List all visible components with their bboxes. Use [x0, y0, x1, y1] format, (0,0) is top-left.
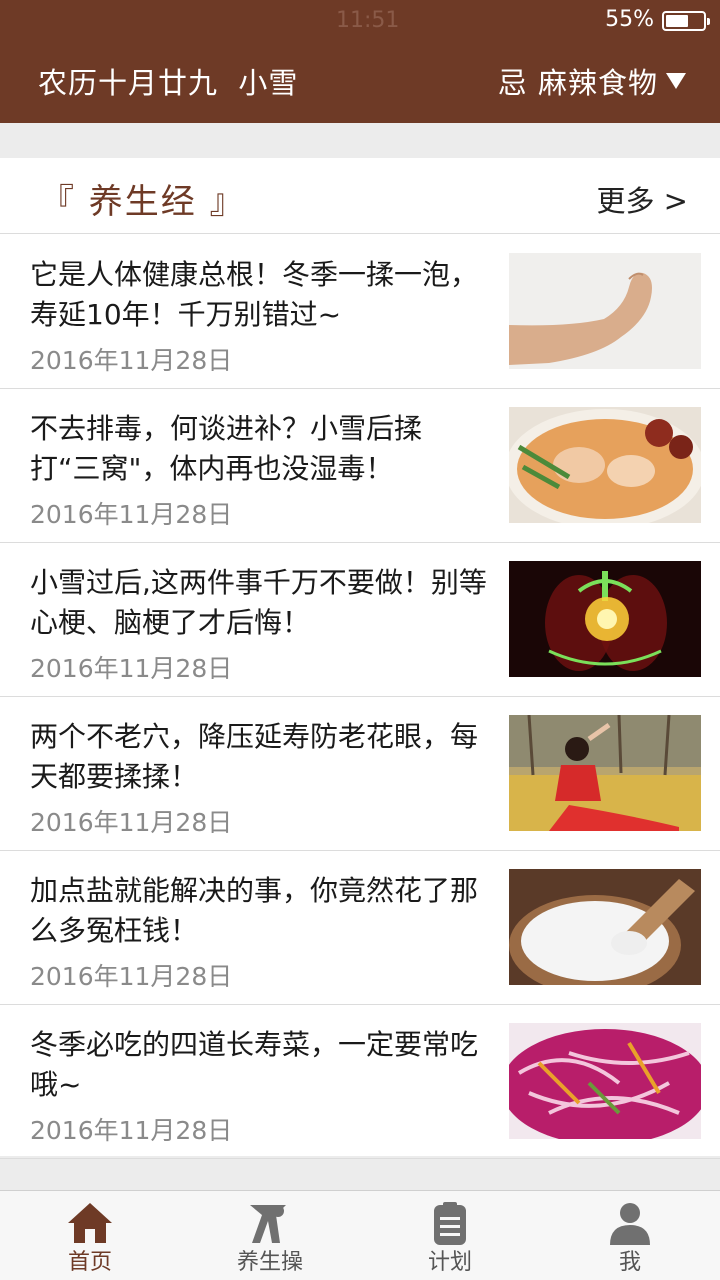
lunar-date: 农历十月廿九 小雪 — [38, 66, 299, 100]
article-thumbnail-salt — [509, 869, 701, 985]
article-item[interactable]: 两个不老穴，降压延寿防老花眼，每天都要揉揉！ 2016年11月28日 — [0, 697, 720, 851]
section-title: 『 养生经 』 — [40, 182, 246, 222]
article-title: 不去排毒，何谈进补？小雪后揉打“三窝"，体内再也没湿毒！ — [30, 412, 423, 485]
more-link[interactable]: 更多 > — [596, 178, 688, 220]
health-articles-card: 『 养生经 』 更多 > 它是人体健康总根！冬季一揉一泡，寿延10年！千万别错过… — [0, 158, 720, 1159]
article-date: 2016年11月28日 — [30, 962, 233, 991]
battery-icon — [662, 11, 710, 31]
article-title: 它是人体健康总根！冬季一揉一泡，寿延10年！千万别错过~ — [30, 258, 479, 331]
article-date: 2016年11月28日 — [30, 654, 233, 683]
tab-exercise[interactable]: 养生操 — [180, 1191, 360, 1280]
tab-plan[interactable]: 计划 — [360, 1191, 540, 1280]
tab-label: 养生操 — [236, 1250, 303, 1275]
article-title: 冬季必吃的四道长寿菜，一定要常吃哦~ — [30, 1028, 479, 1101]
exercise-icon — [250, 1205, 286, 1243]
article-date: 2016年11月28日 — [30, 500, 233, 529]
caret-down-icon — [666, 73, 686, 89]
article-list: 它是人体健康总根！冬季一揉一泡，寿延10年！千万别错过~ 2016年11月28日… — [0, 235, 720, 1159]
article-item[interactable]: 冬季必吃的四道长寿菜，一定要常吃哦~ 2016年11月28日 — [0, 1005, 720, 1159]
tab-label: 我 — [618, 1250, 641, 1275]
article-title: 小雪过后,这两件事千万不要做！别等心梗、脑梗了才后悔！ — [30, 566, 487, 639]
section-header: 『 养生经 』 更多 > — [0, 158, 720, 234]
home-icon — [68, 1203, 112, 1243]
tab-me[interactable]: 我 — [540, 1191, 720, 1280]
top-header: 11:51 55% 农历十月廿九 小雪 忌 麻辣食物 — [0, 0, 720, 123]
article-item[interactable]: 小雪过后,这两件事千万不要做！别等心梗、脑梗了才后悔！ 2016年11月28日 — [0, 543, 720, 697]
article-item[interactable]: 不去排毒，何谈进补？小雪后揉打“三窝"，体内再也没湿毒！ 2016年11月28日 — [0, 389, 720, 543]
status-bar: 11:51 55% — [0, 0, 720, 40]
battery-percentage: 55% — [605, 7, 654, 32]
article-thumbnail-heart — [509, 561, 701, 677]
article-title: 两个不老穴，降压延寿防老花眼，每天都要揉揉！ — [30, 720, 479, 793]
article-thumbnail-foot — [509, 253, 701, 369]
article-item[interactable]: 它是人体健康总根！冬季一揉一泡，寿延10年！千万别错过~ 2016年11月28日 — [0, 235, 720, 389]
tab-home[interactable]: 首页 — [0, 1191, 180, 1280]
person-icon — [610, 1203, 650, 1245]
article-thumbnail-cabbage — [509, 1023, 701, 1139]
status-time: 11:51 — [336, 8, 400, 33]
tab-label: 首页 — [67, 1250, 112, 1275]
article-date: 2016年11月28日 — [30, 808, 233, 837]
article-thumbnail-soup — [509, 407, 701, 523]
clipboard-icon — [434, 1202, 466, 1245]
tab-label: 计划 — [427, 1250, 472, 1275]
avoid-dropdown[interactable]: 忌 麻辣食物 — [498, 60, 686, 102]
avoid-label: 忌 麻辣食物 — [497, 66, 658, 100]
article-title: 加点盐就能解决的事，你竟然花了那么多冤枉钱！ — [30, 874, 479, 947]
article-date: 2016年11月28日 — [30, 346, 233, 375]
article-item[interactable]: 加点盐就能解决的事，你竟然花了那么多冤枉钱！ 2016年11月28日 — [0, 851, 720, 1005]
article-date: 2016年11月28日 — [30, 1116, 233, 1145]
article-thumbnail-woman — [509, 715, 701, 831]
bottom-tab-bar: 首页 养生操 计划 我 — [0, 1190, 720, 1280]
